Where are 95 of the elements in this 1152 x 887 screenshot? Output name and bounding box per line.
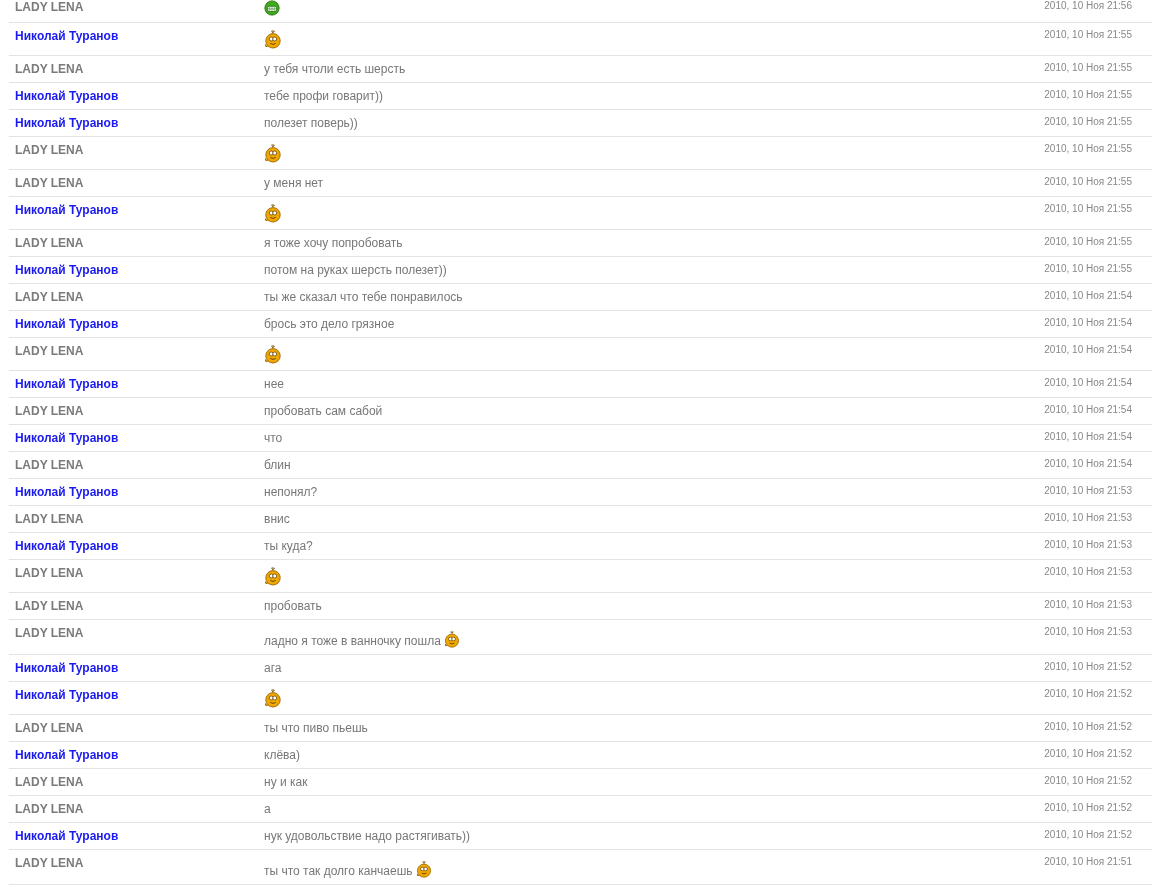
message-text: потом на руках шерсть полезет)): [264, 263, 447, 277]
message-text: пробовать: [264, 599, 322, 613]
message-time: 2010, 10 Ноя 21:55: [1044, 62, 1132, 74]
smiley-icon: [264, 143, 282, 163]
author-name: LADY LENA: [15, 802, 84, 816]
message-text: а: [264, 802, 271, 816]
message-text: полезет поверь)): [264, 116, 358, 130]
author-name: LADY LENA: [15, 856, 84, 870]
author-name: LADY LENA: [15, 143, 84, 157]
message-time: 2010, 10 Ноя 21:51: [1044, 856, 1132, 868]
author-link[interactable]: Николай Туранов: [15, 661, 119, 675]
message-time: 2010, 10 Ноя 21:54: [1044, 290, 1132, 302]
author-name: LADY LENA: [15, 290, 84, 304]
message-time: 2010, 10 Ноя 21:54: [1044, 404, 1132, 416]
message-text: что: [264, 431, 283, 445]
message-time: 2010, 10 Ноя 21:52: [1044, 661, 1132, 673]
smiley-icon: [264, 688, 282, 708]
message-text: у меня нет: [264, 176, 324, 190]
message-time: 2010, 10 Ноя 21:55: [1044, 263, 1132, 275]
author-link[interactable]: Николай Туранов: [15, 89, 119, 103]
message-text: внис: [264, 512, 290, 526]
message-text: блин: [264, 458, 291, 472]
message-text: ну и как: [264, 775, 308, 789]
author-name: LADY LENA: [15, 721, 84, 735]
message-text: брось это дело грязное: [264, 317, 395, 331]
message-time: 2010, 10 Ноя 21:53: [1044, 599, 1132, 611]
message-time: 2010, 10 Ноя 21:53: [1044, 485, 1132, 497]
author-name: LADY LENA: [15, 404, 84, 418]
smiley-icon: [264, 344, 282, 364]
smiley-icon: [264, 203, 282, 223]
author-link[interactable]: Николай Туранов: [15, 116, 119, 130]
author-link[interactable]: Николай Туранов: [15, 485, 119, 499]
message-text: ладно я тоже в ванночку пошла: [264, 634, 441, 648]
message-time: 2010, 10 Ноя 21:55: [1044, 143, 1132, 155]
message-time: 2010, 10 Ноя 21:53: [1044, 566, 1132, 578]
author-name: LADY LENA: [15, 775, 84, 789]
author-name: LADY LENA: [15, 236, 84, 250]
author-link[interactable]: Николай Туранов: [15, 203, 119, 217]
message-text: пробовать сам сабой: [264, 404, 383, 418]
author-name: LADY LENA: [15, 176, 84, 190]
message-text: ага: [264, 661, 282, 675]
message-time: 2010, 10 Ноя 21:55: [1044, 176, 1132, 188]
author-name: LADY LENA: [15, 626, 84, 640]
message-time: 2010, 10 Ноя 21:55: [1044, 29, 1132, 41]
message-time: 2010, 10 Ноя 21:52: [1044, 721, 1132, 733]
message-time: 2010, 10 Ноя 21:54: [1044, 431, 1132, 443]
message-time: 2010, 10 Ноя 21:52: [1044, 688, 1132, 700]
message-time: 2010, 10 Ноя 21:52: [1044, 748, 1132, 760]
message-text: нее: [264, 377, 284, 391]
smiley-icon: [442, 630, 461, 648]
author-link[interactable]: Николай Туранов: [15, 539, 119, 553]
author-name: LADY LENA: [15, 0, 84, 14]
message-text: ты что пиво пьешь: [264, 721, 368, 735]
message-time: 2010, 10 Ноя 21:53: [1044, 539, 1132, 551]
message-time: 2010, 10 Ноя 21:55: [1044, 116, 1132, 128]
message-time: 2010, 10 Ноя 21:56: [1044, 0, 1132, 12]
message-time: 2010, 10 Ноя 21:52: [1044, 775, 1132, 787]
message-text: нук удовольствие надо растягивать)): [264, 829, 471, 843]
message-time: 2010, 10 Ноя 21:54: [1044, 344, 1132, 356]
author-name: LADY LENA: [15, 458, 84, 472]
author-link[interactable]: Николай Туранов: [15, 29, 119, 43]
smiley-icon: [264, 566, 282, 586]
author-link[interactable]: Николай Туранов: [15, 748, 119, 762]
message-text: ты что так долго канчаешь: [264, 864, 413, 878]
author-link[interactable]: Николай Туранов: [15, 431, 119, 445]
message-time: 2010, 10 Ноя 21:55: [1044, 203, 1132, 215]
smiley-icon: [264, 29, 282, 49]
message-time: 2010, 10 Ноя 21:55: [1044, 236, 1132, 248]
message-text: тебе профи говарит)): [264, 89, 383, 103]
message-time: 2010, 10 Ноя 21:54: [1044, 377, 1132, 389]
author-name: LADY LENA: [15, 599, 84, 613]
message-time: 2010, 10 Ноя 21:52: [1044, 829, 1132, 841]
message-text: клёва): [264, 748, 300, 762]
grin-icon: [264, 0, 280, 16]
message-text: я тоже хочу попробовать: [264, 236, 403, 250]
message-time: 2010, 10 Ноя 21:53: [1044, 626, 1132, 638]
message-text: ты куда?: [264, 539, 313, 553]
author-link[interactable]: Николай Туранов: [15, 688, 119, 702]
message-time: 2010, 10 Ноя 21:54: [1044, 458, 1132, 470]
author-link[interactable]: Николай Туранов: [15, 263, 119, 277]
message-text: у тебя чтоли есть шерсть: [264, 62, 406, 76]
message-time: 2010, 10 Ноя 21:54: [1044, 317, 1132, 329]
message-time: 2010, 10 Ноя 21:55: [1044, 89, 1132, 101]
message-time: 2010, 10 Ноя 21:53: [1044, 512, 1132, 524]
author-name: LADY LENA: [15, 566, 84, 580]
author-name: LADY LENA: [15, 512, 84, 526]
author-link[interactable]: Николай Туранов: [15, 317, 119, 331]
message-time: 2010, 10 Ноя 21:52: [1044, 802, 1132, 814]
author-link[interactable]: Николай Туранов: [15, 377, 119, 391]
smiley-icon: [414, 860, 433, 878]
message-text: ты же сказал что тебе понравилось: [264, 290, 463, 304]
author-link[interactable]: Николай Туранов: [15, 829, 119, 843]
author-name: LADY LENA: [15, 62, 84, 76]
message-text: непонял?: [264, 485, 318, 499]
author-name: LADY LENA: [15, 344, 84, 358]
